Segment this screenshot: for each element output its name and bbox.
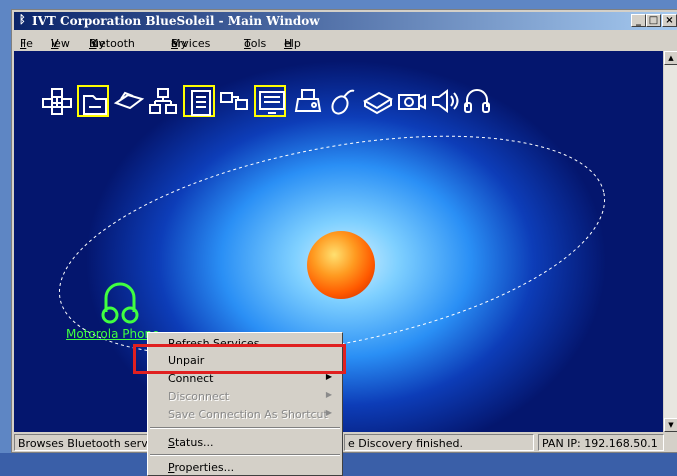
menu-separator xyxy=(150,427,340,429)
properties-label: Properties... xyxy=(168,461,234,474)
submenu-arrow-icon: ▶ xyxy=(325,408,332,417)
status-bar: Browses Bluetooth servic e Discovery fin… xyxy=(14,434,677,452)
lan-icon[interactable] xyxy=(147,85,179,117)
serial-port-icon[interactable] xyxy=(183,85,215,117)
network-icon[interactable] xyxy=(41,85,73,117)
scroll-down-arrow-icon[interactable]: ▼ xyxy=(664,418,677,432)
mouse-icon[interactable] xyxy=(326,85,358,117)
audio-icon[interactable] xyxy=(429,85,461,117)
save-shortcut-label: Save Connection As Shortcut xyxy=(168,408,328,421)
window-title: IVT Corporation BlueSoleil - Main Window xyxy=(32,14,320,28)
menu-tools-label: ools xyxy=(244,37,267,50)
minimize-button[interactable]: _ xyxy=(631,14,646,27)
disconnect-label: Disconnect xyxy=(168,390,230,403)
printer-icon[interactable] xyxy=(362,85,394,117)
status-middle: e Discovery finished. xyxy=(344,434,534,451)
menu-item-status[interactable]: Status... xyxy=(150,434,340,451)
vertical-scrollbar[interactable]: ▲ ▼ xyxy=(664,51,677,432)
bluetooth-icon: ᛒ xyxy=(19,13,26,26)
menu-view-label: iew xyxy=(51,37,70,50)
menu-item-properties[interactable]: Properties... xyxy=(150,459,340,476)
file-transfer-icon[interactable] xyxy=(77,85,109,117)
status-mnemonic: S xyxy=(168,436,175,449)
device-label[interactable]: Motorola Phone xyxy=(66,327,159,341)
menu-item-disconnect: Disconnect ▶ xyxy=(150,388,340,405)
fax-icon[interactable] xyxy=(292,85,324,117)
camera-icon[interactable] xyxy=(396,85,428,117)
menu-separator xyxy=(150,454,340,456)
local-device-sphere[interactable] xyxy=(307,231,375,299)
dialup-icon[interactable] xyxy=(113,85,145,117)
status-right: PAN IP: 192.168.50.1 xyxy=(538,434,664,451)
menu-file-label: ile xyxy=(20,37,33,50)
headset-icon[interactable] xyxy=(461,85,493,117)
status-label-rest: tatus... xyxy=(174,436,214,449)
menu-help-label: elp xyxy=(284,37,301,50)
device-headset-icon[interactable] xyxy=(98,278,142,328)
menu-bar: File View My Bluetooth My Services Tools… xyxy=(14,31,677,50)
unpair-highlight-box xyxy=(133,344,346,374)
status-left: Browses Bluetooth servic xyxy=(14,434,154,451)
close-button[interactable]: × xyxy=(662,14,677,27)
submenu-arrow-icon: ▶ xyxy=(325,390,332,399)
menu-my-bluetooth-label: luetooth xyxy=(89,37,135,50)
menu-my-services-label: ervices xyxy=(171,37,211,50)
personal-network-icon[interactable] xyxy=(218,85,250,117)
sync-icon[interactable] xyxy=(254,85,286,117)
title-bar[interactable]: ᛒ IVT Corporation BlueSoleil - Main Wind… xyxy=(14,12,677,30)
status-label: Status... xyxy=(168,436,214,449)
menu-item-save-shortcut: Save Connection As Shortcut ▶ xyxy=(150,406,340,423)
maximize-button[interactable]: □ xyxy=(646,14,661,27)
main-window: ᛒ IVT Corporation BlueSoleil - Main Wind… xyxy=(11,9,677,453)
scroll-up-arrow-icon[interactable]: ▲ xyxy=(664,51,677,65)
properties-label-rest: roperties... xyxy=(174,461,235,474)
